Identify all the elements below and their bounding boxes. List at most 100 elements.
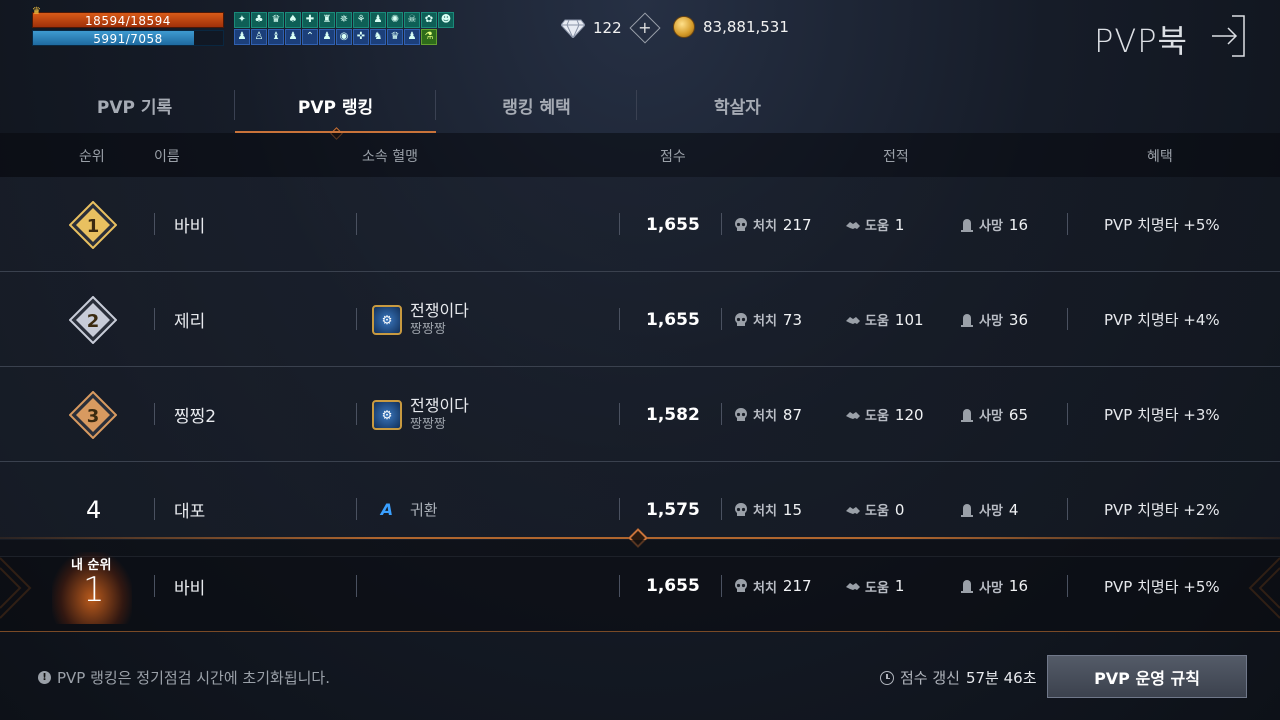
buff-icon: ♟ (285, 29, 301, 45)
tab-pvp-ranking[interactable]: PVP 랭킹 (235, 78, 436, 140)
column-divider (721, 575, 722, 597)
clan-name: 귀환 (410, 500, 438, 519)
handshake-icon (846, 316, 860, 324)
clan-texts: 전쟁이다 짱짱짱 (410, 396, 469, 434)
my-death-stat: 사망 16 (959, 540, 1028, 632)
buff-icon: ⌃ (302, 29, 318, 45)
column-divider (721, 213, 722, 235)
rank-number: 3 (87, 406, 100, 427)
death-value: 16 (1008, 215, 1029, 234)
player-name: 찡찡2 (174, 407, 217, 427)
column-divider (619, 575, 620, 597)
column-divider (356, 575, 357, 597)
buff-icon: ✜ (353, 29, 369, 45)
column-name: 이름 (154, 149, 180, 165)
column-divider (154, 308, 155, 330)
buff-icon: ✺ (387, 12, 403, 28)
kill-value: 73 (782, 310, 803, 329)
table-row[interactable]: 2 제리 ⚙ 전쟁이다 짱짱짱 1,655 처치 73 도움 101 사망 36 PV… (0, 272, 1280, 367)
kill-label: 처치 (753, 504, 777, 519)
clan-emblem-icon: ⚙ (372, 399, 402, 430)
death-label: 사망 (979, 314, 1003, 329)
clan-name: 전쟁이다 (410, 395, 469, 415)
buff-icon: ♛ (268, 12, 284, 28)
diamond-currency: 122 + (561, 12, 661, 44)
kill-label: 처치 (753, 314, 777, 329)
kill-value: 87 (782, 405, 803, 424)
handshake-icon (846, 506, 860, 514)
assist-value: 0 (894, 500, 905, 519)
column-benefit: 혜택 (1147, 149, 1173, 165)
my-rank-row[interactable]: 내 순위 1 바비 1,655 처치 217 도움 1 사망 16 PVP 치명… (0, 540, 1280, 632)
plus-icon: + (637, 18, 652, 37)
my-score: 1,655 (646, 576, 700, 596)
buff-icon: ♟ (234, 29, 250, 45)
clan-emblem-icon: ⚙ (372, 304, 402, 335)
death-stat: 사망 16 (959, 177, 1028, 272)
ranking-rows: 1 바비 1,655 처치 217 도움 1 사망 16 PVP 치명타 +5% 2 … (0, 177, 1280, 557)
death-value: 16 (1008, 577, 1029, 595)
column-divider (154, 403, 155, 425)
buff-row: ♟ ♙ ♝ ♟ ⌃ ♟ ◉ ✜ ♞ ♛ ♟ ⚗ (234, 29, 470, 45)
buff-icon: ☻ (438, 12, 454, 28)
assist-value: 120 (894, 405, 924, 424)
assist-label: 도움 (865, 504, 889, 519)
kill-stat: 처치 87 (733, 367, 802, 462)
buff-icon: ♠ (285, 12, 301, 28)
kill-label: 처치 (753, 409, 777, 424)
tab-slayer[interactable]: 학살자 (637, 78, 838, 133)
clan-sub: 짱짱짱 (410, 416, 446, 432)
column-divider (721, 498, 722, 520)
column-divider (356, 308, 357, 330)
clan-info: ⚙ 전쟁이다 짱짱짱 (372, 367, 469, 462)
buff-icon: ◉ (336, 29, 352, 45)
rank-number: 2 (87, 311, 100, 332)
buff-icon: ♛ (387, 29, 403, 45)
column-divider (1067, 575, 1068, 597)
table-row[interactable]: 3 찡찡2 ⚙ 전쟁이다 짱짱짱 1,582 처치 87 도움 120 사망 65 P… (0, 367, 1280, 462)
clan-emblem-icon: A (380, 500, 394, 519)
tombstone-icon (961, 580, 973, 593)
clan-texts: 귀환 (410, 500, 438, 520)
add-diamond-button[interactable]: + (629, 12, 661, 44)
player-name: 바비 (174, 217, 206, 237)
benefit-value: PVP 치명타 +3% (1104, 406, 1220, 424)
tombstone-icon (961, 313, 973, 327)
tab-bar: PVP 기록 PVP 랭킹 랭킹 혜택 학살자 (34, 78, 1280, 140)
column-divider (619, 498, 620, 520)
score-value: 1,655 (646, 214, 700, 235)
reset-notice: ! PVP 랭킹은 정기점검 시간에 초기화됩니다. (38, 667, 330, 688)
tab-pvp-record[interactable]: PVP 기록 (34, 78, 235, 133)
column-divider (356, 403, 357, 425)
tombstone-icon (961, 503, 973, 517)
skull-icon (735, 407, 747, 421)
buff-icon: ♝ (268, 29, 284, 45)
benefit-value: PVP 치명타 +4% (1104, 311, 1220, 329)
buff-icon: ♜ (319, 12, 335, 28)
death-value: 4 (1008, 500, 1019, 519)
hp-bar: 18594/18594 (32, 12, 224, 28)
mp-bar: 5991/7058 (32, 30, 224, 46)
clan-name: 전쟁이다 (410, 300, 469, 320)
rank-badge-icon: 2 (69, 272, 117, 367)
buff-row: ✦ ♣ ♛ ♠ ✚ ♜ ✵ ⚘ ♟ ✺ ☠ ✿ ☻ (234, 12, 470, 28)
my-kill-stat: 처치 217 (733, 540, 812, 632)
handshake-icon (846, 583, 860, 590)
table-header: 순위 이름 소속 혈맹 점수 전적 혜택 (0, 133, 1280, 177)
buff-icon: ⚘ (353, 12, 369, 28)
table-row[interactable]: 1 바비 1,655 처치 217 도움 1 사망 16 PVP 치명타 +5% (0, 177, 1280, 272)
exit-icon[interactable] (1208, 14, 1248, 58)
tab-label: 학살자 (714, 98, 761, 118)
buff-icon: ✚ (302, 12, 318, 28)
column-divider (721, 403, 722, 425)
column-divider (1067, 213, 1068, 235)
gold-currency: 83,881,531 (673, 16, 789, 38)
tab-ranking-benefit[interactable]: 랭킹 혜택 (436, 78, 637, 133)
refresh-label: 점수 갱신 (900, 669, 960, 687)
kill-value: 217 (782, 577, 812, 595)
clan-info: ⚙ 전쟁이다 짱짱짱 (372, 272, 469, 367)
death-label: 사망 (979, 219, 1003, 234)
buff-icon: ✵ (336, 12, 352, 28)
pvp-rules-button[interactable]: PVP 운영 규칙 (1047, 655, 1247, 698)
skull-icon (735, 579, 747, 592)
